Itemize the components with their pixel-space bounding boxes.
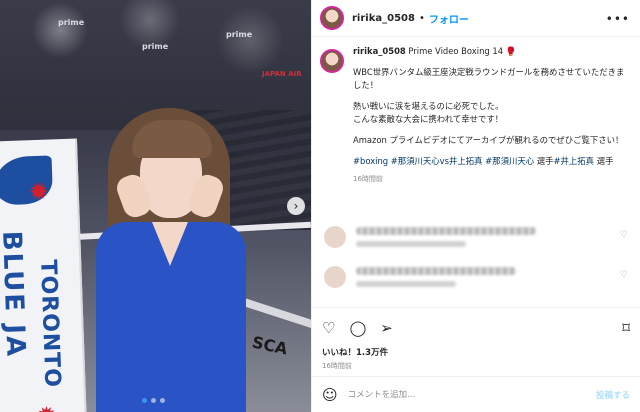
comment-item: ♡ <box>324 226 628 248</box>
action-icons: ♡ ◯ ➢ ⌑ <box>322 318 630 338</box>
post-header: ririka_0508 • フォロー ••• <box>312 0 640 37</box>
caption-line: こんな素敵な大会に携われて幸せです！ <box>353 114 504 124</box>
carousel-dot <box>142 398 147 403</box>
ring-apron-text: SCA <box>250 332 290 359</box>
avatar[interactable] <box>320 49 344 73</box>
more-options-icon[interactable]: ••• <box>606 12 630 26</box>
caption-block: ririka_0508 Prime Video Boxing 14 🥊 WBC世… <box>312 45 640 194</box>
hashtag-link[interactable]: #boxing <box>353 156 388 166</box>
avatar[interactable] <box>324 226 346 248</box>
blurred-comment-meta <box>356 281 456 287</box>
hashtag-link[interactable]: #那須川天心 <box>485 156 534 166</box>
like-count[interactable]: いいね！1.3万件 <box>322 346 630 358</box>
separator-dot: • <box>418 12 425 24</box>
comment-icon[interactable]: ◯ <box>349 318 366 338</box>
prime-logo: prime <box>226 30 253 39</box>
hashtag-suffix: 選手 <box>596 156 614 166</box>
carousel-dots <box>142 398 165 403</box>
post-actions: ♡ ◯ ➢ ⌑ いいね！1.3万件 16時間前 <box>312 307 640 371</box>
boxing-glove-emoji: 🥊 <box>505 46 517 56</box>
avatar[interactable] <box>324 266 346 288</box>
prime-logo: prime <box>142 42 169 51</box>
carousel-next-button[interactable]: › <box>287 197 305 215</box>
comment-item: ♡ <box>324 266 628 288</box>
blurred-comment-meta <box>356 241 466 247</box>
comment-bar: ☺ 投稿する <box>312 376 640 412</box>
caption-paragraph: WBC世界バンタム級王座決定戦ラウンドガールを務めさせていただきました！ <box>353 67 625 90</box>
carousel-dot <box>160 398 165 403</box>
post-comment-button[interactable]: 投稿する <box>596 389 630 401</box>
bookmark-icon[interactable]: ⌑ <box>622 318 630 338</box>
caption: ririka_0508 Prime Video Boxing 14 🥊 WBC世… <box>353 45 631 194</box>
person-bangs <box>132 120 212 158</box>
blue-jays-banner: ✹ BLUE JA TORONTO ✹ <box>0 138 88 412</box>
chevron-right-icon: › <box>293 199 299 213</box>
share-icon[interactable]: ➢ <box>380 318 393 338</box>
hashtags: #boxing #那須川天心vs井上拓真 #那須川天心 選手#井上拓真 選手 <box>353 155 631 168</box>
post-photo[interactable]: prime prime prime JAPAN AIR SCA ✹ BLUE J… <box>0 0 311 412</box>
caption-paragraph: Amazon プライムビデオにてアーカイブが観れるのでぜひご覧下さい！ <box>353 135 624 145</box>
sponsor-logo: JAPAN AIR <box>262 70 302 78</box>
avatar[interactable] <box>320 6 344 30</box>
hashtag-link[interactable]: #那須川天心vs井上拓真 <box>391 156 483 166</box>
post-timestamp: 16時間前 <box>322 362 352 370</box>
follow-button[interactable]: フォロー <box>429 11 469 26</box>
post-sidebar: ririka_0508 • フォロー ••• ririka_0508 Prime… <box>311 0 640 412</box>
banner-text: BLUE JA <box>0 230 31 359</box>
caption-timestamp: 16時間前 <box>353 175 383 183</box>
comment-like-icon[interactable]: ♡ <box>620 270 628 280</box>
comment-input[interactable] <box>347 389 568 400</box>
heart-icon[interactable]: ♡ <box>322 318 335 338</box>
comment-like-icon[interactable]: ♡ <box>620 230 628 240</box>
banner-text: TORONTO <box>35 259 65 389</box>
maple-leaf-icon: ✹ <box>28 177 50 207</box>
blurred-comment-text <box>356 227 536 235</box>
hashtag-link[interactable]: #井上拓真 <box>554 156 595 166</box>
emoji-icon[interactable]: ☺ <box>322 386 338 404</box>
prime-logo: prime <box>58 18 85 27</box>
username-link[interactable]: ririka_0508 <box>352 13 415 24</box>
caption-username[interactable]: ririka_0508 <box>353 46 406 56</box>
caption-line: 熱い戦いに涙を堪えるのに必死でした。 <box>353 101 504 111</box>
blurred-comment-text <box>356 267 516 275</box>
maple-leaf-icon: ✹ <box>36 401 57 412</box>
carousel-dot <box>151 398 156 403</box>
hashtag-suffix: 選手 <box>536 156 554 166</box>
caption-title: Prime Video Boxing 14 <box>408 46 504 56</box>
